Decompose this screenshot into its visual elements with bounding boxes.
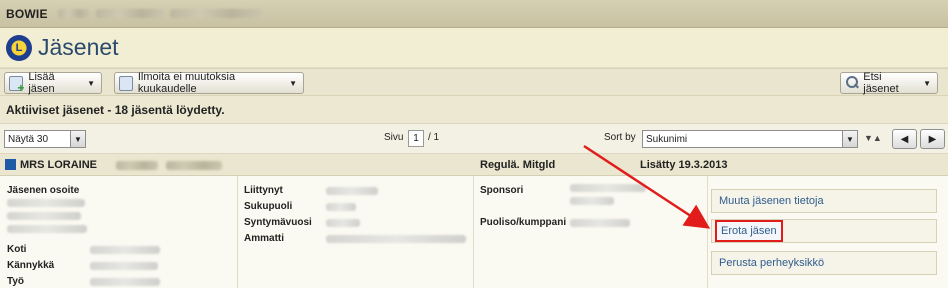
annotation-arrow-icon (583, 144, 711, 229)
